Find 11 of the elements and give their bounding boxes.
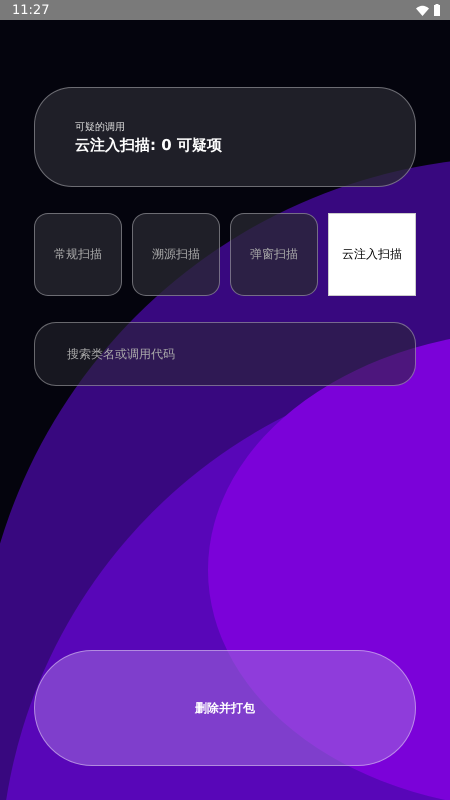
- summary-headline: 云注入扫描: 0 可疑项: [75, 136, 223, 154]
- scan-tab[interactable]: 弹窗扫描: [230, 213, 318, 296]
- scan-tab[interactable]: 溯源扫描: [132, 213, 220, 296]
- delete-and-pack-button[interactable]: 删除并打包: [34, 650, 416, 766]
- wifi-icon: [416, 4, 429, 16]
- scan-tab[interactable]: 云注入扫描: [328, 213, 416, 296]
- search-field[interactable]: 搜索类名或调用代码: [34, 322, 416, 386]
- scan-tab[interactable]: 常规扫描: [34, 213, 122, 296]
- battery-icon: [434, 4, 440, 16]
- status-time: 11:27: [12, 2, 50, 18]
- summary-caption: 可疑的调用: [75, 120, 126, 134]
